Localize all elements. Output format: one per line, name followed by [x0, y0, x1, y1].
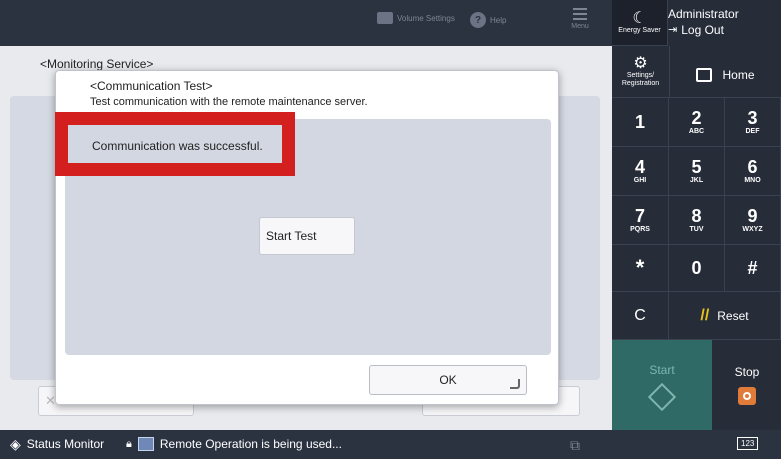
key-0[interactable]: 0	[669, 245, 725, 292]
reset-button[interactable]: // Reset	[669, 292, 781, 340]
key-number: 4	[634, 157, 645, 177]
page-title: <Monitoring Service>	[40, 57, 154, 71]
administrator-label: Administrator	[668, 7, 739, 21]
status-monitor-button[interactable]: ◈ Status Monitor	[10, 437, 104, 451]
energy-saver-label: Energy Saver	[618, 26, 661, 34]
network-icon: ⧉	[570, 437, 580, 453]
home-icon	[696, 67, 713, 82]
log-out-label: Log Out	[681, 23, 724, 37]
key-number: #	[747, 258, 758, 278]
menu-button[interactable]: Menu	[560, 6, 600, 40]
counter-button[interactable]: 123	[737, 437, 759, 450]
key-number: 6	[747, 157, 758, 177]
status-monitor-label: Status Monitor	[26, 437, 105, 451]
clear-label: C	[634, 306, 646, 324]
key-letters: JKL	[689, 177, 704, 184]
stop-icon	[738, 387, 756, 405]
key-letters: PQRS	[630, 226, 650, 233]
energy-saver-button[interactable]: ☾ Energy Saver	[612, 0, 668, 46]
settings-registration-button[interactable]: ⚙ Settings/ Registration	[612, 46, 670, 98]
key-number: 9	[747, 206, 758, 226]
key-7[interactable]: 7 PQRS	[612, 196, 669, 245]
gear-icon: ⚙	[633, 54, 648, 72]
ok-label: OK	[439, 373, 457, 387]
lock-icon: 🔒︎	[126, 437, 132, 450]
stop-label: Stop	[734, 365, 760, 379]
help-button[interactable]: ? Help	[470, 12, 506, 28]
start-button[interactable]: Start	[612, 340, 712, 430]
key-number: 0	[691, 258, 702, 278]
key-letters: MNO	[744, 177, 761, 184]
key-hash[interactable]: #	[725, 245, 781, 292]
help-icon: ?	[470, 12, 486, 28]
status-bar: ◈ Status Monitor 🔒︎ Remote Operation is …	[0, 430, 781, 459]
stop-button[interactable]: Stop	[713, 340, 781, 430]
key-3[interactable]: 3 DEF	[725, 98, 781, 147]
counter-label: 123	[737, 437, 759, 450]
key-letters: WXYZ	[742, 226, 763, 233]
key-number: *	[635, 255, 645, 280]
volume-settings-button[interactable]: Volume Settings	[377, 12, 455, 24]
volume-icon	[377, 12, 393, 24]
settings-registration-label: Settings/ Registration	[621, 71, 660, 87]
key-letters: DEF	[745, 128, 760, 135]
start-test-button[interactable]: Start Test	[259, 217, 355, 255]
key-letters: TUV	[689, 226, 704, 233]
highlight-box	[55, 112, 295, 176]
start-icon	[647, 382, 677, 412]
home-label: Home	[722, 67, 755, 82]
log-out-button[interactable]: ⇥ Log Out	[668, 22, 739, 38]
clear-button[interactable]: C	[612, 292, 669, 340]
menu-icon	[573, 8, 587, 20]
volume-settings-label: Volume Settings	[397, 13, 455, 23]
key-5[interactable]: 5 JKL	[669, 147, 725, 196]
start-label: Start	[649, 363, 675, 377]
home-button[interactable]: Home	[670, 52, 781, 98]
key-8[interactable]: 8 TUV	[669, 196, 725, 245]
key-number: 3	[747, 108, 758, 128]
key-number: 7	[634, 206, 645, 226]
remote-operation-status: 🔒︎ Remote Operation is being used...	[126, 437, 342, 451]
admin-area[interactable]: Administrator ⇥ Log Out	[668, 6, 739, 38]
help-label: Help	[490, 15, 507, 25]
dialog-title: <Communication Test>	[90, 79, 213, 93]
reset-label: Reset	[717, 308, 749, 323]
reset-icon: //	[700, 306, 710, 324]
key-number: 5	[691, 157, 702, 177]
status-monitor-icon: ◈	[10, 436, 21, 452]
remote-operation-label: Remote Operation is being used...	[159, 437, 342, 451]
ok-button[interactable]: OK	[369, 365, 527, 395]
log-out-icon: ⇥	[668, 24, 678, 36]
key-number: 1	[634, 112, 645, 132]
moon-icon: ☾	[632, 9, 647, 27]
top-bar: Volume Settings ? Help Menu	[0, 0, 612, 46]
enter-corner-icon	[510, 379, 520, 389]
key-asterisk[interactable]: *	[612, 245, 669, 292]
key-9[interactable]: 9 WXYZ	[725, 196, 781, 245]
dialog-subtitle: Test communication with the remote maint…	[90, 96, 368, 108]
screen: Volume Settings ? Help Menu ☾ Energy Sav…	[0, 0, 781, 459]
key-4[interactable]: 4 GHI	[612, 147, 669, 196]
start-test-label: Start Test	[266, 229, 317, 243]
key-letters: ABC	[688, 128, 705, 135]
key-number: 8	[691, 206, 702, 226]
remote-screen-icon	[137, 437, 154, 451]
key-2[interactable]: 2 ABC	[669, 98, 725, 147]
menu-label: Menu	[571, 23, 589, 30]
key-6[interactable]: 6 MNO	[725, 147, 781, 196]
key-number: 2	[691, 108, 702, 128]
key-1[interactable]: 1	[612, 98, 669, 147]
key-letters: GHI	[633, 177, 647, 184]
